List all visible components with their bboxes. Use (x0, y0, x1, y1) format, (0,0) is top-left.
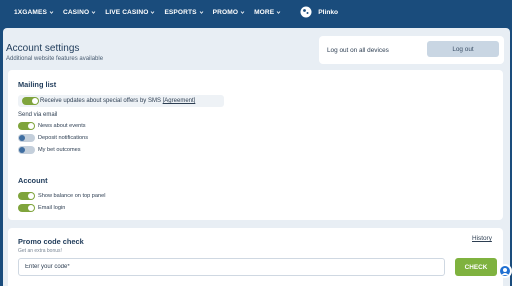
nav-live-casino-label: LIVE CASINO (105, 8, 149, 16)
nav-casino-label: CASINO (62, 8, 90, 16)
nav-casino[interactable]: CASINO (63, 9, 96, 16)
news-events-label: News about events (38, 123, 86, 129)
nav-1xgames-label: 1XGAMES (14, 8, 47, 16)
logout-all-devices-link[interactable]: Log out on all devices (327, 47, 389, 54)
nav-more-label: MORE (254, 8, 275, 16)
promo-code-title: Promo code check (18, 237, 84, 246)
toggle-knob (28, 123, 34, 129)
nav-esports[interactable]: ESPORTS (164, 9, 203, 16)
nav-live-casino[interactable]: LIVE CASINO (105, 9, 155, 16)
send-via-email-label: Send via email (18, 112, 58, 118)
chat-icon (501, 268, 509, 275)
check-button[interactable]: CHECK (455, 258, 497, 276)
main-area: Account settings Additional website feat… (0, 24, 512, 286)
chevron-down-icon (151, 10, 155, 14)
page-subtitle: Additional website features available (6, 56, 104, 62)
page-title: Account settings (6, 43, 80, 54)
account-title: Account (18, 176, 48, 185)
deposit-notifications-toggle[interactable] (18, 134, 35, 142)
chevron-down-icon (199, 10, 203, 14)
chevron-down-icon (49, 10, 54, 14)
sms-offers-label: Receive updates about special offers by … (40, 98, 195, 104)
chevron-down-icon (91, 10, 96, 14)
toggle-knob (19, 135, 25, 141)
nav-more[interactable]: MORE (254, 9, 281, 16)
nav-1xgames[interactable]: 1XGAMES (14, 9, 54, 16)
sms-offers-row: Receive updates about special offers by … (18, 95, 224, 107)
nav-esports-label: ESPORTS (164, 8, 197, 16)
plinko-icon (300, 6, 312, 18)
toggle-knob (28, 193, 34, 199)
sms-offers-text: Receive updates about special offers by … (40, 98, 161, 104)
toggle-knob (28, 205, 34, 211)
nav-promo-label: PROMO (212, 8, 239, 16)
bet-outcomes-label: My bet outcomes (38, 147, 81, 153)
show-balance-label: Show balance on top panel (38, 193, 106, 199)
support-chat-button[interactable] (498, 264, 512, 278)
deposit-notifications-label: Deposit notifications (38, 135, 89, 141)
nav-promo[interactable]: PROMO (213, 9, 245, 16)
history-link[interactable]: History (472, 235, 492, 242)
show-balance-toggle[interactable] (18, 192, 35, 200)
nav-plinko-label: Plinko (318, 8, 339, 16)
chevron-down-icon (240, 10, 245, 14)
promo-subtitle: Get an extra bonus! (18, 248, 62, 254)
email-login-label: Email login (38, 205, 66, 211)
agreement-link[interactable]: [Agreement] (163, 98, 196, 104)
bet-outcomes-toggle[interactable] (18, 146, 35, 154)
logout-button[interactable]: Log out (427, 41, 499, 57)
promo-code-input[interactable] (18, 258, 445, 276)
settings-panel: Account settings Additional website feat… (3, 28, 510, 286)
top-navigation: 1XGAMES CASINO LIVE CASINO ESPORTS PROMO… (0, 0, 512, 24)
toggle-knob (32, 98, 38, 104)
logout-box: Log out on all devices Log out (319, 36, 504, 64)
nav-plinko[interactable]: Plinko (300, 6, 338, 18)
sms-offers-toggle[interactable] (22, 97, 39, 105)
promo-code-card: Promo code check History Get an extra bo… (8, 228, 503, 286)
email-login-toggle[interactable] (18, 204, 35, 212)
chevron-down-icon (276, 10, 281, 14)
mailing-list-title: Mailing list (18, 80, 57, 89)
mailing-list-card: Mailing list Receive updates about speci… (8, 70, 503, 180)
news-events-toggle[interactable] (18, 122, 35, 130)
toggle-knob (19, 147, 25, 153)
account-card: Account Show balance on top panel Email … (8, 166, 503, 220)
